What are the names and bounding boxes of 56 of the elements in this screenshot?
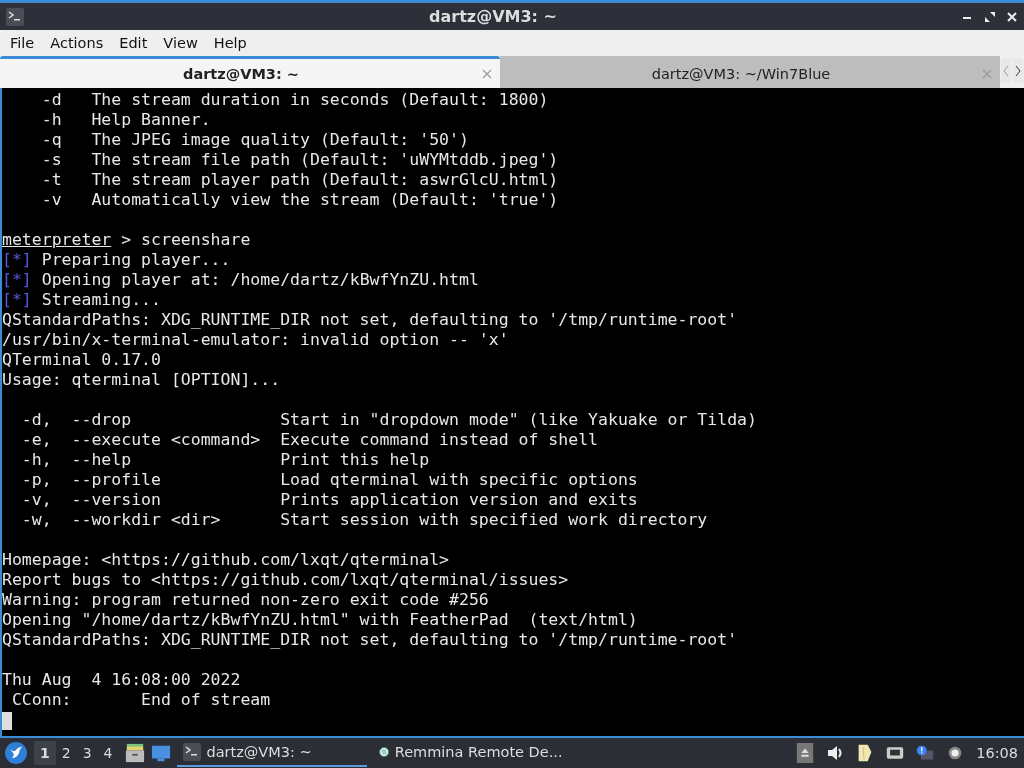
terminal-line: -p, --profile Load qterminal with specific options bbox=[20, 470, 638, 489]
terminal-line: Usage: qterminal [OPTION]... bbox=[2, 370, 281, 389]
terminal-line: -h Help Banner. bbox=[40, 110, 211, 129]
workspace-button[interactable]: 4 bbox=[97, 741, 119, 765]
workspace-button[interactable]: 3 bbox=[76, 741, 98, 765]
desktop-icon[interactable] bbox=[150, 743, 171, 763]
terminal-line: Warning: program returned non-zero exit code #256 bbox=[2, 590, 489, 609]
terminal-line: -q The JPEG image quality (Default: '50') bbox=[40, 130, 469, 149]
terminal-line: -d, --drop Start in "dropdown mode" (like Yakuake or Tilda) bbox=[20, 410, 757, 429]
terminal-line: -v Automatically view the stream (Default: 'true') bbox=[40, 190, 559, 209]
menu-item[interactable]: Actions bbox=[42, 33, 112, 53]
terminal-command: > screenshare bbox=[120, 230, 251, 249]
terminal-line: Opening player at: /home/dartz/kBwfYnZU.html bbox=[40, 270, 479, 289]
terminal-line: Preparing player... bbox=[40, 250, 231, 269]
terminal-tab[interactable]: dartz@VM3: ~/Win7Blue bbox=[500, 56, 1000, 88]
terminal-line: -v, --version Prints application version and exits bbox=[20, 490, 638, 509]
terminal-line: Report bugs to <https://github.com/lxqt/qterminal/issues> bbox=[2, 570, 569, 589]
terminal-line: QTerminal 0.17.0 bbox=[2, 350, 161, 369]
terminal-line: CConn: End of stream bbox=[10, 690, 271, 709]
menu-item[interactable]: View bbox=[155, 33, 206, 53]
terminal-line: -d The stream duration in seconds (Default: 1800) bbox=[40, 90, 549, 109]
scroll-right-button[interactable] bbox=[1013, 59, 1023, 83]
terminal-line: Opening "/home/dartz/kBwfYnZU.html" with FeatherPad (text/html) bbox=[2, 610, 638, 629]
menu-item[interactable]: Help bbox=[205, 33, 255, 53]
file-cabinet-icon[interactable] bbox=[124, 743, 145, 763]
eject-icon[interactable] bbox=[796, 743, 815, 763]
terminal-tab[interactable]: dartz@VM3: ~ bbox=[0, 56, 500, 88]
terminal-line: -h, --help Print this help bbox=[20, 450, 430, 469]
menu-item[interactable]: Edit bbox=[111, 33, 156, 53]
text-cursor bbox=[2, 711, 12, 730]
workspace-button[interactable]: 1 bbox=[34, 741, 56, 765]
menu-item[interactable]: File bbox=[2, 33, 43, 53]
terminal-icon bbox=[6, 7, 24, 26]
terminal-line: Streaming... bbox=[40, 290, 161, 309]
terminal-line: -t The stream player path (Default: aswrGlcU.html) bbox=[40, 170, 559, 189]
terminal-icon bbox=[182, 743, 201, 761]
clock: 16:08 bbox=[976, 745, 1018, 761]
terminal-line: QStandardPaths: XDG_RUNTIME_DIR not set, defaulting to '/tmp/runtime-root' bbox=[2, 310, 738, 329]
terminal-line: QStandardPaths: XDG_RUNTIME_DIR not set, defaulting to '/tmp/runtime-root' bbox=[2, 630, 738, 649]
maximize-button[interactable] bbox=[984, 10, 996, 23]
status-marker: [*] bbox=[2, 270, 32, 289]
window-title: dartz@VM3: ~ bbox=[428, 7, 558, 26]
status-marker: [*] bbox=[2, 290, 32, 309]
terminal-line: Thu Aug 4 16:08:00 2022 bbox=[2, 670, 241, 689]
terminal-line: -e, --execute <command> Execute command instead of shell bbox=[20, 430, 599, 449]
taskbar-task[interactable]: Remmina Remote De... bbox=[372, 739, 563, 767]
terminal-line: Homepage: <https://github.com/lxqt/qterminal> bbox=[2, 550, 450, 569]
terminal-line: -w, --workdir <dir> Start session with specified work directory bbox=[20, 510, 708, 529]
workspace-button[interactable]: 2 bbox=[55, 741, 77, 765]
terminal-line: -s The stream file path (Default: 'uWYMtddb.jpeg') bbox=[40, 150, 559, 169]
notification-icon[interactable] bbox=[916, 743, 935, 763]
terminal-line: /usr/bin/x-terminal-emulator: invalid option -- 'x' bbox=[2, 330, 509, 349]
bird-logo-icon[interactable] bbox=[4, 741, 28, 765]
status-marker: [*] bbox=[2, 250, 32, 269]
prompt-label: meterpreter bbox=[2, 230, 112, 249]
taskbar-task[interactable]: dartz@VM3: ~ bbox=[176, 739, 367, 767]
